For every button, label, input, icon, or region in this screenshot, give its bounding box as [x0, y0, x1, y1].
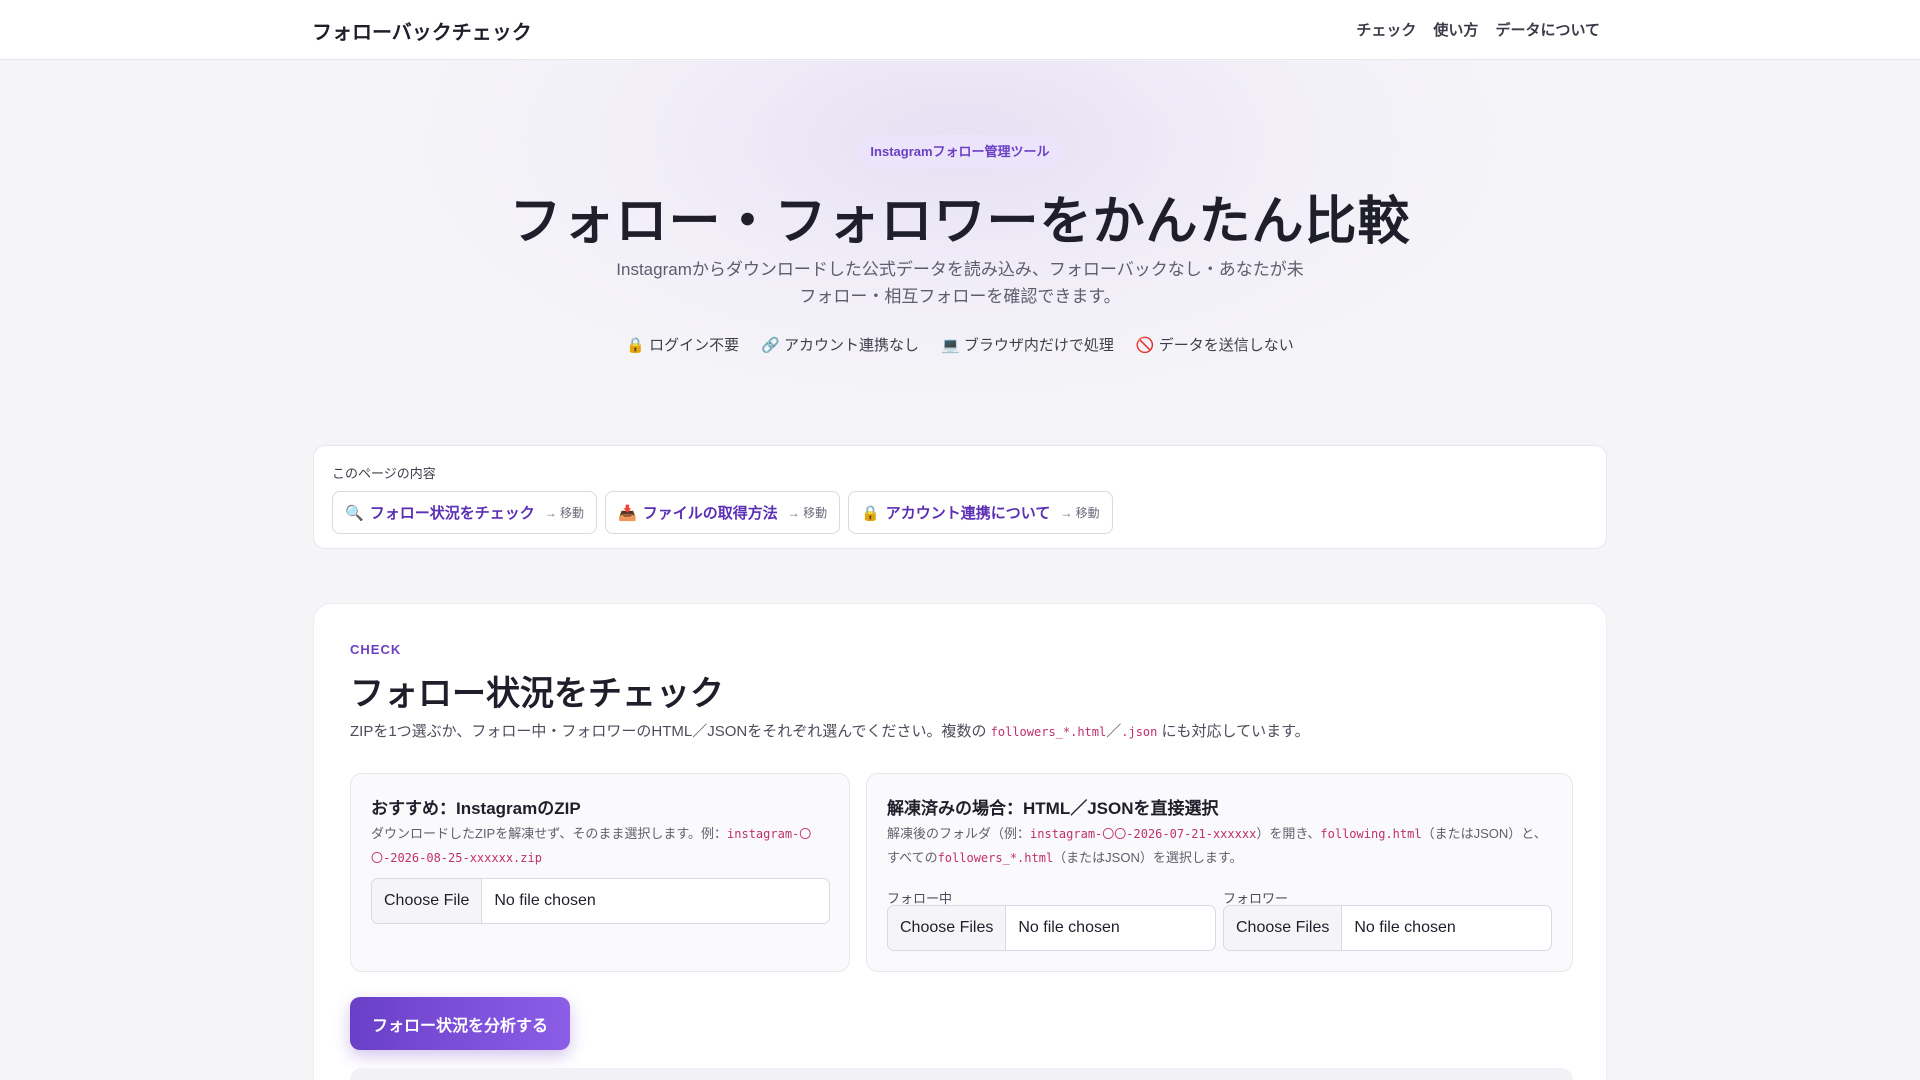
analyze-button[interactable]: フォロー状況を分析する — [350, 997, 570, 1050]
followers-html-code: followers_*.html — [937, 851, 1054, 865]
feature-no-login: 🔒 ログイン不要 — [626, 334, 739, 355]
nav-links: チェック 使い方 データについて — [1356, 19, 1600, 40]
direct-panel-title: 解凍済みの場合：HTML／JSONを直接選択 — [887, 799, 1219, 818]
lock-icon: 🔒 — [861, 504, 880, 522]
toc-link-check[interactable]: 🔍 フォロー状況をチェック → 移動 — [332, 491, 598, 534]
toc-move-label: → 移動 — [544, 506, 585, 520]
followers-file-input[interactable]: Choose Files No file chosen — [1223, 905, 1552, 951]
check-card: CHECK フォロー状況をチェック ZIPを1つ選ぶか、フォロー中・フォロワーの… — [313, 603, 1607, 1080]
toc-label: このページの内容 — [332, 466, 436, 481]
desc-text: 解凍後のフォルダ（例： — [887, 826, 1031, 841]
prohibited-icon: 🚫 — [1135, 337, 1155, 354]
desc-text: ）を開き、 — [1256, 826, 1321, 841]
lock-icon: 🔒 — [626, 337, 645, 354]
feature-label: ログイン不要 — [649, 337, 740, 354]
brand-logo-text[interactable]: フォローバックチェック — [312, 16, 532, 45]
hero-badge: Instagramフォロー管理ツール — [859, 135, 1061, 169]
choose-file-button[interactable]: Choose File — [372, 879, 483, 923]
zip-panel-title: おすすめ：InstagramのZIP — [371, 799, 581, 818]
toc-links: 🔍 フォロー状況をチェック → 移動 📥 ファイルの取得方法 → 移動 🔒 アカ… — [332, 491, 1113, 534]
hero-subtitle: Instagramからダウンロードした公式データを読み込み、フォローバックなし・… — [616, 260, 1304, 306]
choose-files-button[interactable]: Choose Files — [888, 906, 1007, 950]
code-followers-html: followers_*.html — [990, 725, 1107, 739]
desc-text: ZIPを1つ選ぶか、フォロー中・フォロワーのHTML／JSONをそれぞれ選んでく… — [350, 723, 991, 740]
hero-title: フォロー・フォロワーをかんたん比較 — [509, 193, 1411, 251]
top-navbar: フォローバックチェック チェック 使い方 データについて — [0, 0, 1920, 60]
section-eyebrow: CHECK — [350, 642, 402, 657]
desc-text: にも対応しています。 — [1157, 723, 1310, 740]
folder-example-code: instagram-〇〇-2026-07-21-xxxxxx — [1030, 827, 1257, 841]
link-icon: 🔗 — [761, 337, 780, 354]
check-title: フォロー状況をチェック — [350, 675, 724, 713]
hero-features: 🔒 ログイン不要 🔗 アカウント連携なし 💻 ブラウザ内だけで処理 🚫 データを… — [0, 334, 1920, 355]
magnifier-icon: 🔍 — [345, 504, 364, 522]
results-area — [350, 1068, 1573, 1080]
file-status: No file chosen — [1018, 919, 1120, 936]
zip-panel-desc: ダウンロードしたZIPを解凍せず、そのまま選択します。例：instagram-〇… — [371, 822, 831, 870]
feature-label: アカウント連携なし — [783, 337, 919, 354]
check-description: ZIPを1つ選ぶか、フォロー中・フォロワーのHTML／JSONをそれぞれ選んでく… — [350, 720, 1310, 741]
following-html-code: following.html — [1320, 827, 1422, 841]
following-file-input[interactable]: Choose Files No file chosen — [887, 905, 1216, 951]
zip-file-input[interactable]: Choose File No file chosen — [371, 878, 830, 924]
laptop-icon: 💻 — [941, 337, 960, 354]
toc-move-label: → 移動 — [787, 506, 828, 520]
toc-move-label: → 移動 — [1060, 506, 1100, 520]
choose-files-button[interactable]: Choose Files — [1224, 906, 1343, 950]
feature-no-send: 🚫 データを送信しない — [1136, 334, 1294, 355]
table-of-contents: このページの内容 🔍 フォロー状況をチェック → 移動 📥 ファイルの取得方法 … — [313, 445, 1607, 549]
code-json: .json — [1121, 725, 1158, 739]
desc-text: ダウンロードしたZIPを解凍せず、そのまま選択します。例： — [371, 826, 728, 841]
feature-no-link: 🔗 アカウント連携なし — [761, 334, 919, 355]
nav-link-check[interactable]: チェック — [1356, 19, 1416, 40]
toc-link-label: フォロー状況をチェック — [369, 505, 535, 522]
feature-browser-only: 💻 ブラウザ内だけで処理 — [941, 334, 1114, 355]
zip-upload-panel: おすすめ：InstagramのZIP ダウンロードしたZIPを解凍せず、そのまま… — [350, 773, 850, 972]
nav-link-howto[interactable]: 使い方 — [1433, 19, 1478, 40]
toc-link-label: ファイルの取得方法 — [642, 505, 778, 522]
feature-label: ブラウザ内だけで処理 — [963, 337, 1114, 354]
desc-separator: ／ — [1106, 723, 1122, 740]
inbox-tray-icon: 📥 — [618, 504, 637, 522]
desc-text: （またはJSON）を選択します。 — [1053, 850, 1243, 865]
toc-link-account[interactable]: 🔒 アカウント連携について → 移動 — [848, 491, 1113, 534]
file-status: No file chosen — [494, 892, 596, 909]
toc-link-get-files[interactable]: 📥 ファイルの取得方法 → 移動 — [605, 491, 841, 534]
feature-label: データを送信しない — [1158, 337, 1294, 354]
direct-upload-panel: 解凍済みの場合：HTML／JSONを直接選択 解凍後のフォルダ（例：instag… — [866, 773, 1573, 972]
toc-link-label: アカウント連携について — [885, 505, 1051, 522]
file-status: No file chosen — [1354, 919, 1456, 936]
direct-panel-desc: 解凍後のフォルダ（例：instagram-〇〇-2026-07-21-xxxxx… — [887, 822, 1557, 870]
nav-link-about-data[interactable]: データについて — [1495, 19, 1600, 40]
hero-section: Instagramフォロー管理ツール フォロー・フォロワーをかんたん比較 Ins… — [0, 61, 1920, 411]
